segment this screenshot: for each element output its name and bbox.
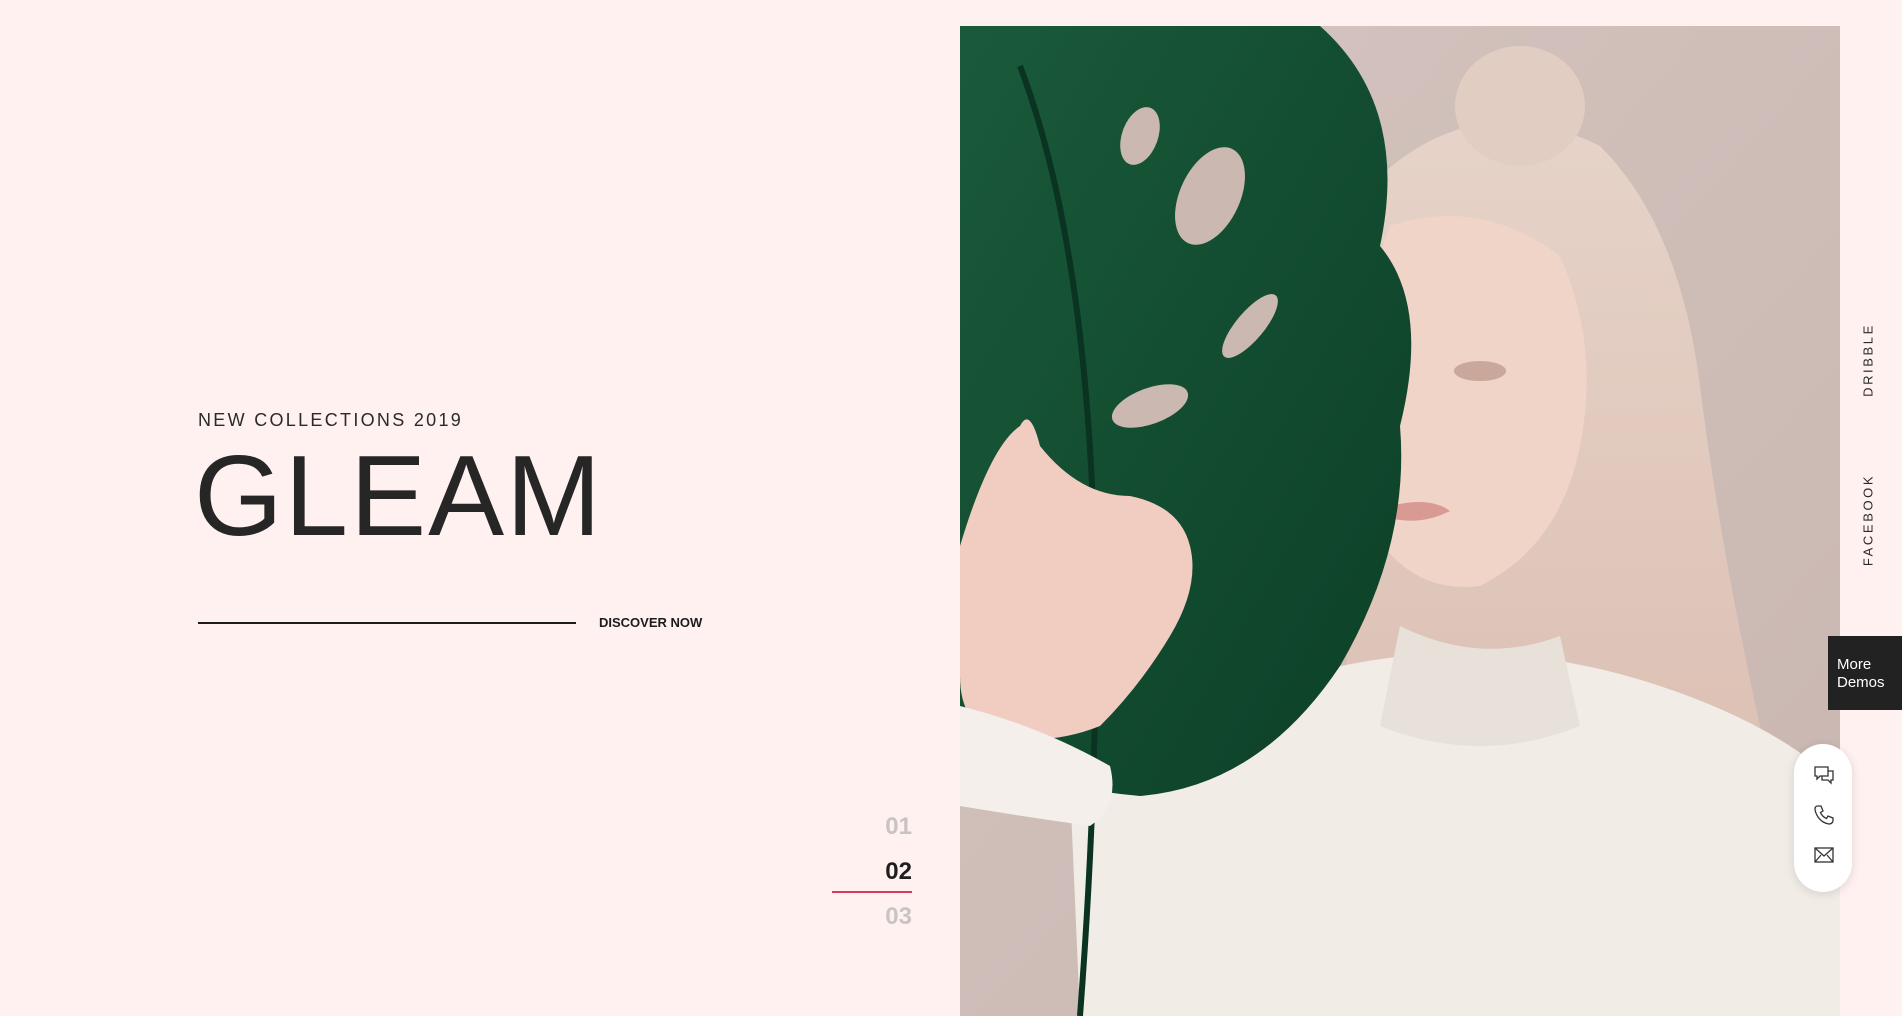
more-demos-label-line2: Demos — [1837, 674, 1885, 691]
slide-indicator-02[interactable]: 02 — [792, 858, 912, 886]
discover-now-button[interactable]: DISCOVER NOW — [599, 615, 702, 630]
chat-icon[interactable] — [1813, 764, 1835, 786]
page-bottom-strip — [0, 1016, 1902, 1026]
slide-indicator-03[interactable]: 03 — [792, 903, 912, 931]
social-link-facebook[interactable]: FACEBOOK — [1858, 470, 1878, 570]
slide-indicator-01[interactable]: 01 — [792, 813, 912, 841]
contact-toolbar — [1794, 744, 1852, 892]
social-label-dribble: DRIBBLE — [1860, 323, 1876, 397]
hero-image — [960, 26, 1840, 1016]
collection-subtitle: NEW COLLECTIONS 2019 — [198, 410, 464, 430]
discover-line — [198, 622, 576, 624]
hero-title: GLEAM — [194, 433, 604, 560]
more-demos-button[interactable]: More Demos — [1828, 636, 1902, 710]
active-slide-underline — [832, 891, 912, 893]
social-label-facebook: FACEBOOK — [1860, 473, 1876, 567]
phone-icon[interactable] — [1813, 804, 1835, 826]
mail-icon[interactable] — [1813, 844, 1835, 866]
social-link-dribble[interactable]: DRIBBLE — [1858, 320, 1878, 400]
more-demos-label-line1: More — [1837, 656, 1872, 673]
